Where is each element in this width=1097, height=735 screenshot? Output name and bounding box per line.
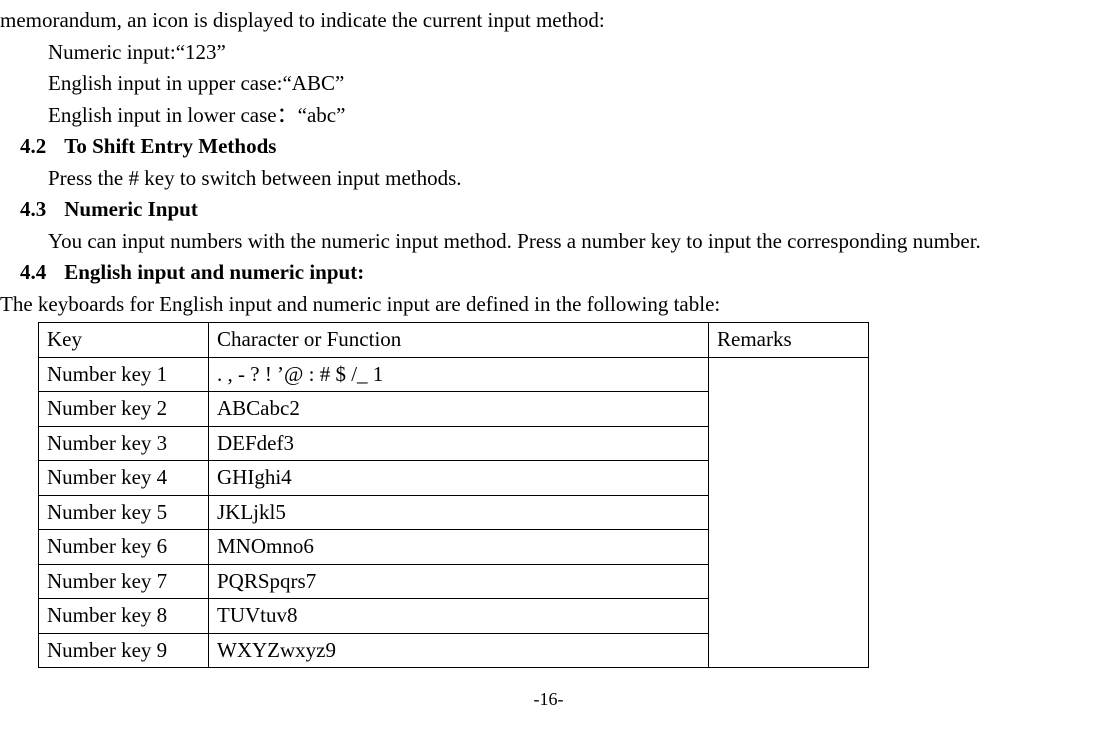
cell-char: PQRSpqrs7 bbox=[209, 564, 709, 599]
intro-line: memorandum, an icon is displayed to indi… bbox=[0, 5, 1097, 37]
cell-key: Number key 2 bbox=[39, 392, 209, 427]
section-4-3-heading: 4.3 Numeric Input bbox=[0, 194, 1097, 226]
cell-char: TUVtuv8 bbox=[209, 599, 709, 634]
cell-char: DEFdef3 bbox=[209, 426, 709, 461]
method-numeric: Numeric input:“123” bbox=[0, 37, 1097, 69]
section-4-3-number: 4.3 bbox=[20, 194, 46, 226]
table-header-key: Key bbox=[39, 323, 209, 358]
cell-key: Number key 4 bbox=[39, 461, 209, 496]
section-4-2-number: 4.2 bbox=[20, 131, 46, 163]
table-header-row: Key Character or Function Remarks bbox=[39, 323, 869, 358]
table-header-remarks: Remarks bbox=[709, 323, 869, 358]
cell-char: WXYZwxyz9 bbox=[209, 633, 709, 668]
section-4-2-title: To Shift Entry Methods bbox=[64, 134, 276, 158]
cell-char: JKLjkl5 bbox=[209, 495, 709, 530]
cell-key: Number key 3 bbox=[39, 426, 209, 461]
cell-key: Number key 1 bbox=[39, 357, 209, 392]
section-4-4-title: English input and numeric input: bbox=[64, 260, 364, 284]
cell-remarks bbox=[709, 357, 869, 668]
cell-char: ABCabc2 bbox=[209, 392, 709, 427]
method-upper: English input in upper case:“ABC” bbox=[0, 68, 1097, 100]
table-row: Number key 1 . , - ? ! ’@ : # $ /_ 1 bbox=[39, 357, 869, 392]
cell-char: . , - ? ! ’@ : # $ /_ 1 bbox=[209, 357, 709, 392]
cell-key: Number key 9 bbox=[39, 633, 209, 668]
cell-key: Number key 6 bbox=[39, 530, 209, 565]
section-4-2-body: Press the # key to switch between input … bbox=[0, 163, 1097, 195]
section-4-3-title: Numeric Input bbox=[64, 197, 198, 221]
section-4-4-heading: 4.4 English input and numeric input: bbox=[0, 257, 1097, 289]
method-lower: English input in lower case：“abc” bbox=[0, 100, 1097, 132]
table-header-char: Character or Function bbox=[209, 323, 709, 358]
cell-key: Number key 7 bbox=[39, 564, 209, 599]
cell-char: MNOmno6 bbox=[209, 530, 709, 565]
keyboard-table: Key Character or Function Remarks Number… bbox=[38, 322, 869, 668]
cell-char: GHIghi4 bbox=[209, 461, 709, 496]
section-4-2-heading: 4.2 To Shift Entry Methods bbox=[0, 131, 1097, 163]
section-4-4-body: The keyboards for English input and nume… bbox=[0, 289, 1097, 321]
cell-key: Number key 5 bbox=[39, 495, 209, 530]
section-4-4-number: 4.4 bbox=[20, 257, 46, 289]
section-4-3-body: You can input numbers with the numeric i… bbox=[0, 226, 1097, 258]
cell-key: Number key 8 bbox=[39, 599, 209, 634]
page-number: -16- bbox=[0, 686, 1097, 713]
